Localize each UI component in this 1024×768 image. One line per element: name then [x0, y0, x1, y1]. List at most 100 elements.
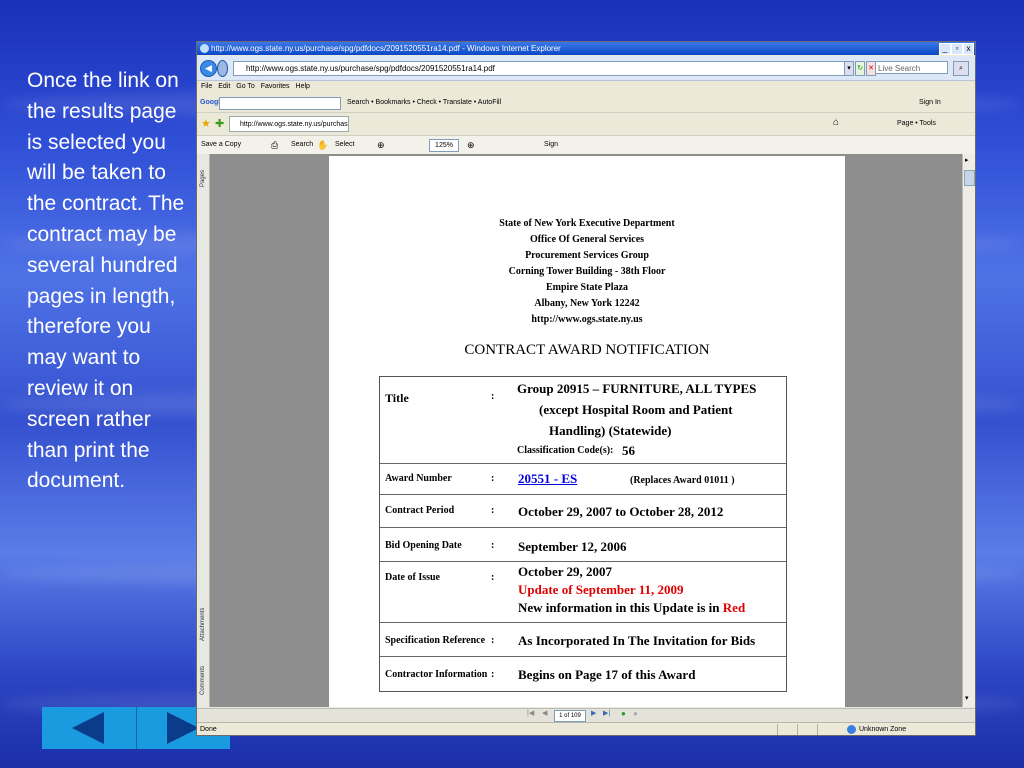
update-note: New information in this Update is in Red	[518, 600, 746, 615]
status-divider	[797, 724, 798, 735]
pdf-side-panel: Pages Attachments Comments	[197, 154, 210, 707]
google-search-input[interactable]	[219, 97, 341, 110]
browser-tab[interactable]: http://www.ogs.state.ny.us/purchase/spg.…	[229, 116, 349, 132]
go-back-icon[interactable]: ●	[621, 709, 626, 718]
pdf-viewer: State of New York Executive Department O…	[210, 154, 962, 707]
menu-favorites[interactable]: Favorites	[261, 83, 290, 90]
row-label: Title	[385, 391, 409, 405]
live-search-input[interactable]: Live Search	[875, 61, 948, 74]
google-toolbar-items[interactable]: Search • Bookmarks • Check • Translate •…	[347, 94, 501, 111]
status-divider	[777, 724, 778, 735]
go-forward-icon[interactable]: ●	[633, 709, 638, 718]
scroll-thumb[interactable]	[964, 170, 975, 186]
address-dropdown-icon[interactable]: ▾	[844, 61, 854, 76]
zoom-icon[interactable]: ⊕	[377, 136, 385, 154]
favorites-star-icon[interactable]: ★	[201, 117, 211, 130]
menu-edit[interactable]: Edit	[218, 83, 230, 90]
security-zone: Unknown Zone	[859, 726, 907, 733]
classification-value: 56	[622, 443, 635, 458]
row-colon: :	[491, 473, 495, 484]
header-line: State of New York Executive Department	[499, 218, 675, 229]
forward-icon[interactable]	[217, 60, 228, 77]
pdf-page: State of New York Executive Department O…	[329, 156, 845, 707]
table-row: Specification Reference : As Incorporate…	[380, 623, 786, 657]
comments-panel-tab[interactable]: Comments	[200, 666, 206, 695]
save-copy-button[interactable]: Save a Copy	[201, 136, 241, 154]
row-colon: :	[491, 669, 495, 680]
add-favorite-icon[interactable]: ✚	[215, 117, 224, 130]
award-number-link[interactable]: 20551 - ES	[518, 469, 577, 489]
address-row: ◀ http://www.ogs.state.ny.us/purchase/sp…	[197, 56, 975, 81]
search-icon[interactable]: ⌕	[953, 61, 969, 76]
minimize-icon[interactable]: _	[939, 43, 951, 55]
back-icon[interactable]: ◀	[200, 60, 217, 77]
row-label: Contract Period	[385, 505, 455, 516]
row-label: Bid Opening Date	[385, 540, 462, 551]
pdf-toolbar: Save a Copy ⎙ Search ✋ Select ⊕ 125% ⊕ S…	[197, 135, 975, 155]
home-icon[interactable]: ⌂	[833, 117, 839, 128]
row-label: Specification Reference	[385, 635, 486, 646]
table-row: Date of Issue : October 29, 2007 Update …	[380, 562, 786, 623]
title-line: (except Hospital Room and Patient	[539, 402, 733, 417]
previous-triangle-icon	[72, 712, 104, 744]
contractor-info-value: Begins on Page 17 of this Award	[518, 667, 696, 682]
menu-go-to[interactable]: Go To	[236, 83, 255, 90]
row-colon: :	[491, 505, 495, 516]
next-page-icon[interactable]: ▶	[591, 709, 596, 717]
title-line: Group 20915 – FURNITURE, ALL TYPES	[517, 381, 757, 396]
page-tools-menu[interactable]: Page • Tools	[897, 113, 936, 135]
refresh-icon[interactable]: ↻	[855, 61, 865, 76]
prev-page-icon[interactable]: ◀	[542, 709, 547, 717]
hand-tool-icon[interactable]: ✋	[317, 136, 328, 154]
first-page-icon[interactable]: |◀	[527, 709, 534, 717]
header-line: http://www.ogs.state.ny.us	[531, 314, 643, 325]
pages-panel-tab[interactable]: Pages	[200, 163, 206, 187]
row-colon: :	[491, 635, 495, 646]
close-icon[interactable]: x	[963, 43, 974, 55]
table-row: Bid Opening Date : September 12, 2006	[380, 528, 786, 562]
header-line: Corning Tower Building - 38th Floor	[508, 266, 666, 277]
scroll-up-icon[interactable]: ▸	[965, 156, 969, 164]
previous-slide-button[interactable]	[42, 707, 137, 749]
last-page-icon[interactable]: ▶|	[603, 709, 610, 717]
header-line: Albany, New York 12242	[534, 298, 640, 309]
sign-button[interactable]: Sign	[544, 136, 558, 154]
restore-icon[interactable]: ▫	[951, 43, 963, 55]
row-label: Contractor Information	[385, 669, 488, 680]
pdf-page-navigation: |◀ ◀ 1 of 109 ▶ ▶| ● ●	[197, 708, 975, 722]
window-titlebar: http://www.ogs.state.ny.us/purchase/spg/…	[197, 42, 975, 55]
status-bar: Done Unknown Zone	[197, 722, 975, 735]
contract-table: Title : Group 20915 – FURNITURE, ALL TYP…	[379, 376, 787, 692]
status-divider	[817, 724, 818, 735]
next-triangle-icon	[167, 712, 199, 744]
row-colon: :	[491, 391, 495, 402]
print-icon[interactable]: ⎙	[271, 136, 278, 154]
window-title: http://www.ogs.state.ny.us/purchase/spg/…	[211, 44, 561, 53]
scroll-down-icon[interactable]: ▾	[965, 694, 969, 702]
header-line: Empire State Plaza	[545, 282, 629, 293]
zoom-field[interactable]: 125%	[429, 139, 459, 152]
browser-window: http://www.ogs.state.ny.us/purchase/spg/…	[196, 41, 976, 736]
row-colon: :	[491, 572, 495, 583]
replaces-award: (Replaces Award 01011 )	[630, 475, 735, 486]
vertical-scrollbar[interactable]: ▸ ▾	[962, 154, 975, 707]
tab-row: ★ ✚ http://www.ogs.state.ny.us/purchase/…	[197, 112, 975, 135]
slide-body-text: Once the link on the results page is sel…	[27, 69, 185, 493]
zoom-in-icon[interactable]: ⊕	[467, 136, 475, 154]
attachments-panel-tab[interactable]: Attachments	[200, 608, 206, 641]
bid-opening-value: September 12, 2006	[518, 539, 627, 554]
pdf-search-button[interactable]: Search	[291, 136, 313, 154]
spec-reference-value: As Incorporated In The Invitation for Bi…	[518, 633, 756, 648]
menu-file[interactable]: File	[201, 83, 212, 90]
zone-globe-icon	[847, 725, 856, 734]
menu-help[interactable]: Help	[296, 83, 310, 90]
menu-bar: File Edit Go To Favorites Help	[197, 81, 975, 93]
select-button[interactable]: Select	[335, 136, 354, 154]
sign-in-link[interactable]: Sign In	[919, 94, 941, 111]
ie-icon	[200, 44, 209, 53]
page-number-field[interactable]: 1 of 109	[554, 710, 586, 722]
classification-label: Classification Code(s):	[517, 445, 614, 456]
address-field[interactable]: http://www.ogs.state.ny.us/purchase/spg/…	[233, 61, 847, 76]
header-line: Office Of General Services	[529, 234, 645, 245]
issue-date: October 29, 2007	[518, 564, 612, 579]
